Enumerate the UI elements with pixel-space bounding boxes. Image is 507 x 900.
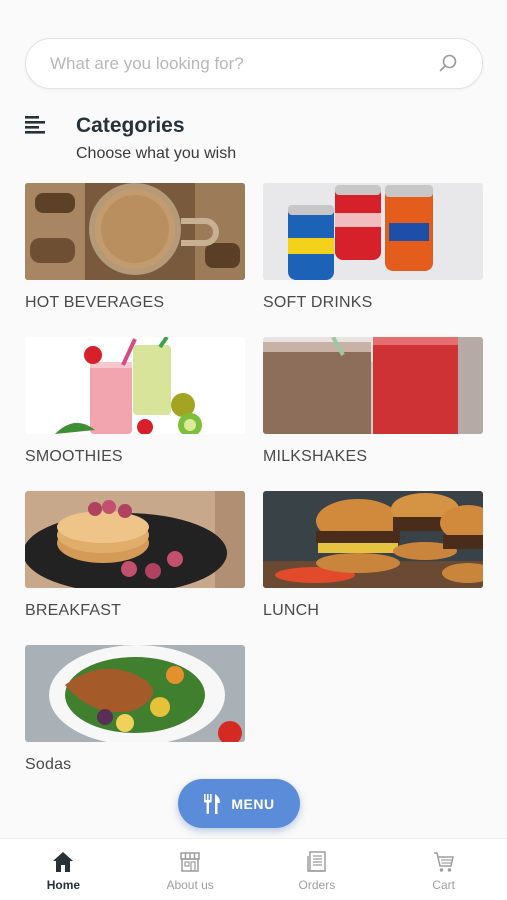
category-tile-hot-beverages[interactable]: HOT BEVERAGES: [25, 183, 245, 312]
category-label: BREAKFAST: [25, 602, 122, 619]
cart-icon: [433, 852, 454, 872]
menu-button-label: MENU: [231, 795, 275, 812]
nav-item-orders[interactable]: Orders: [254, 839, 381, 900]
category-tile-soft-drinks[interactable]: SOFT DRINKS: [263, 183, 483, 312]
home-icon: [53, 852, 74, 872]
breakfast-image[interactable]: [25, 491, 245, 588]
category-tile-lunch[interactable]: LUNCH: [263, 491, 483, 620]
category-label: MILKSHAKES: [263, 448, 368, 465]
utensils-icon: [204, 793, 221, 814]
hot-beverages-image[interactable]: [25, 183, 245, 280]
page-title: Categories: [76, 114, 185, 137]
nav-item-home[interactable]: Home: [0, 839, 127, 900]
soft-drinks-image[interactable]: [263, 183, 483, 280]
nav-label: Home: [46, 878, 81, 892]
receipt-icon: [307, 851, 326, 872]
list-icon[interactable]: [25, 116, 47, 134]
category-label: HOT BEVERAGES: [25, 294, 165, 311]
page-subtitle: Choose what you wish: [76, 145, 237, 162]
category-label: Sodas: [25, 756, 72, 773]
nav-item-about-us[interactable]: About us: [127, 839, 254, 900]
category-label: LUNCH: [263, 602, 320, 619]
lunch-image[interactable]: [263, 491, 483, 588]
store-icon: [180, 852, 200, 872]
sodas-image[interactable]: [25, 645, 245, 742]
category-tile-smoothies[interactable]: SMOOTHIES: [25, 337, 245, 466]
category-tile-milkshakes[interactable]: MILKSHAKES: [263, 337, 483, 466]
smoothies-image[interactable]: [25, 337, 245, 434]
search-icon[interactable]: [438, 53, 458, 73]
category-tile-breakfast[interactable]: BREAKFAST: [25, 491, 245, 620]
category-label: SOFT DRINKS: [263, 294, 373, 311]
menu-button[interactable]: MENU: [178, 779, 300, 828]
nav-label: Cart: [432, 878, 455, 892]
bottom-navigation: Home About us Orders Cart: [0, 838, 507, 900]
search-input[interactable]: [50, 39, 440, 88]
nav-label: About us: [166, 878, 214, 892]
category-label: SMOOTHIES: [25, 448, 123, 465]
nav-label: Orders: [298, 878, 336, 892]
nav-item-cart[interactable]: Cart: [380, 839, 507, 900]
category-tile-sodas[interactable]: Sodas: [25, 645, 245, 774]
search-bar[interactable]: [25, 38, 483, 89]
milkshakes-image[interactable]: [263, 337, 483, 434]
